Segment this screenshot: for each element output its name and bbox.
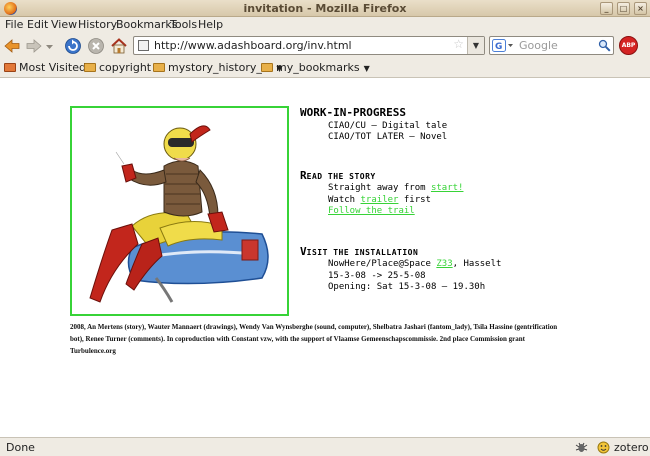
- bug-icon[interactable]: [575, 441, 588, 454]
- forward-arrow-icon[interactable]: [25, 37, 43, 55]
- zotero-button[interactable]: zotero: [614, 441, 649, 454]
- chevron-down-icon: ▼: [363, 64, 370, 73]
- read-line-trail: Follow the trail: [328, 206, 415, 216]
- folder-icon: [84, 63, 96, 72]
- menu-bar: File Edit View History Bookmarks Tools H…: [0, 17, 650, 34]
- reload-icon[interactable]: [64, 37, 82, 55]
- page-favicon-icon: [138, 40, 149, 51]
- forward-history-dropdown-icon[interactable]: [45, 37, 54, 55]
- folder-icon: [261, 63, 273, 72]
- menu-view[interactable]: View: [51, 18, 77, 31]
- wip-line-novel: CIAO/TOT LATER – Novel: [328, 132, 448, 142]
- stop-icon[interactable]: [87, 37, 105, 55]
- bookmark-copyright[interactable]: copyright▼: [84, 61, 161, 75]
- svg-text:G: G: [495, 42, 502, 52]
- visit-line-venue: NowHere/Place@Space Z33, Hasselt: [328, 259, 502, 269]
- wip-heading: WORK-IN-PROGRESS: [300, 106, 406, 119]
- menu-bookmarks[interactable]: Bookmarks: [116, 18, 177, 31]
- folder-icon: [153, 63, 165, 72]
- trailer-link[interactable]: trailer: [361, 195, 399, 205]
- visit-heading: VISIT THE INSTALLATION: [300, 245, 419, 258]
- read-line-start: Straight away from start!: [328, 183, 464, 193]
- visit-line-dates: 15-3-08 -> 25-5-08: [328, 271, 426, 281]
- bookmark-most-visited[interactable]: Most Visited▼: [4, 61, 96, 75]
- wip-line-digital-tale: CIAO/CU – Digital tale: [328, 121, 448, 131]
- status-bar: Done zotero: [0, 437, 650, 456]
- menu-tools[interactable]: Tools: [170, 18, 197, 31]
- follow-the-trail-link[interactable]: Follow the trail: [328, 206, 415, 216]
- bookmark-my-bookmarks[interactable]: my_bookmarks ▼: [261, 61, 370, 75]
- menu-edit[interactable]: Edit: [27, 18, 48, 31]
- menu-file[interactable]: File: [5, 18, 23, 31]
- bookmark-star-icon[interactable]: ☆: [453, 37, 464, 51]
- read-line-trailer: Watch trailer first: [328, 195, 431, 205]
- search-input[interactable]: Google: [519, 39, 558, 52]
- minimize-button[interactable]: _: [600, 2, 613, 15]
- credits-text: 2008, An Mertens (story), Wauter Mannaer…: [70, 323, 558, 355]
- illustration-image: [70, 106, 289, 316]
- page-content: WORK-IN-PROGRESS CIAO/CU – Digital tale …: [0, 79, 650, 437]
- window-titlebar: invitation - Mozilla Firefox _ □ ×: [0, 0, 650, 17]
- read-heading: READ THE STORY: [300, 169, 376, 182]
- z33-link[interactable]: Z33: [436, 259, 452, 269]
- maximize-button[interactable]: □: [617, 2, 630, 15]
- window-title: invitation - Mozilla Firefox: [243, 2, 407, 15]
- folder-icon: [4, 63, 16, 72]
- back-arrow-icon[interactable]: [3, 37, 21, 55]
- start-link[interactable]: start!: [431, 183, 464, 193]
- visit-line-opening: Opening: Sat 15-3-08 – 19.30h: [328, 282, 486, 292]
- home-icon[interactable]: [110, 37, 128, 55]
- menu-help[interactable]: Help: [198, 18, 223, 31]
- pilot-girl-illustration: [89, 125, 269, 303]
- url-text[interactable]: http://www.adashboard.org/inv.html: [154, 39, 352, 52]
- google-engine-icon[interactable]: G: [492, 39, 516, 52]
- adblock-plus-icon[interactable]: ABP: [619, 36, 638, 55]
- url-history-dropdown-icon[interactable]: ▼: [467, 37, 484, 54]
- bookmarks-toolbar: Most Visited▼ copyright▼ mystory_history…: [0, 58, 650, 78]
- search-bar[interactable]: G Google: [489, 36, 614, 55]
- close-button[interactable]: ×: [634, 2, 647, 15]
- address-bar[interactable]: http://www.adashboard.org/inv.html ☆ ▼: [133, 36, 485, 55]
- menu-history[interactable]: History: [78, 18, 117, 31]
- smiley-icon[interactable]: [597, 441, 610, 454]
- status-text: Done: [6, 441, 35, 454]
- search-icon[interactable]: [598, 39, 611, 52]
